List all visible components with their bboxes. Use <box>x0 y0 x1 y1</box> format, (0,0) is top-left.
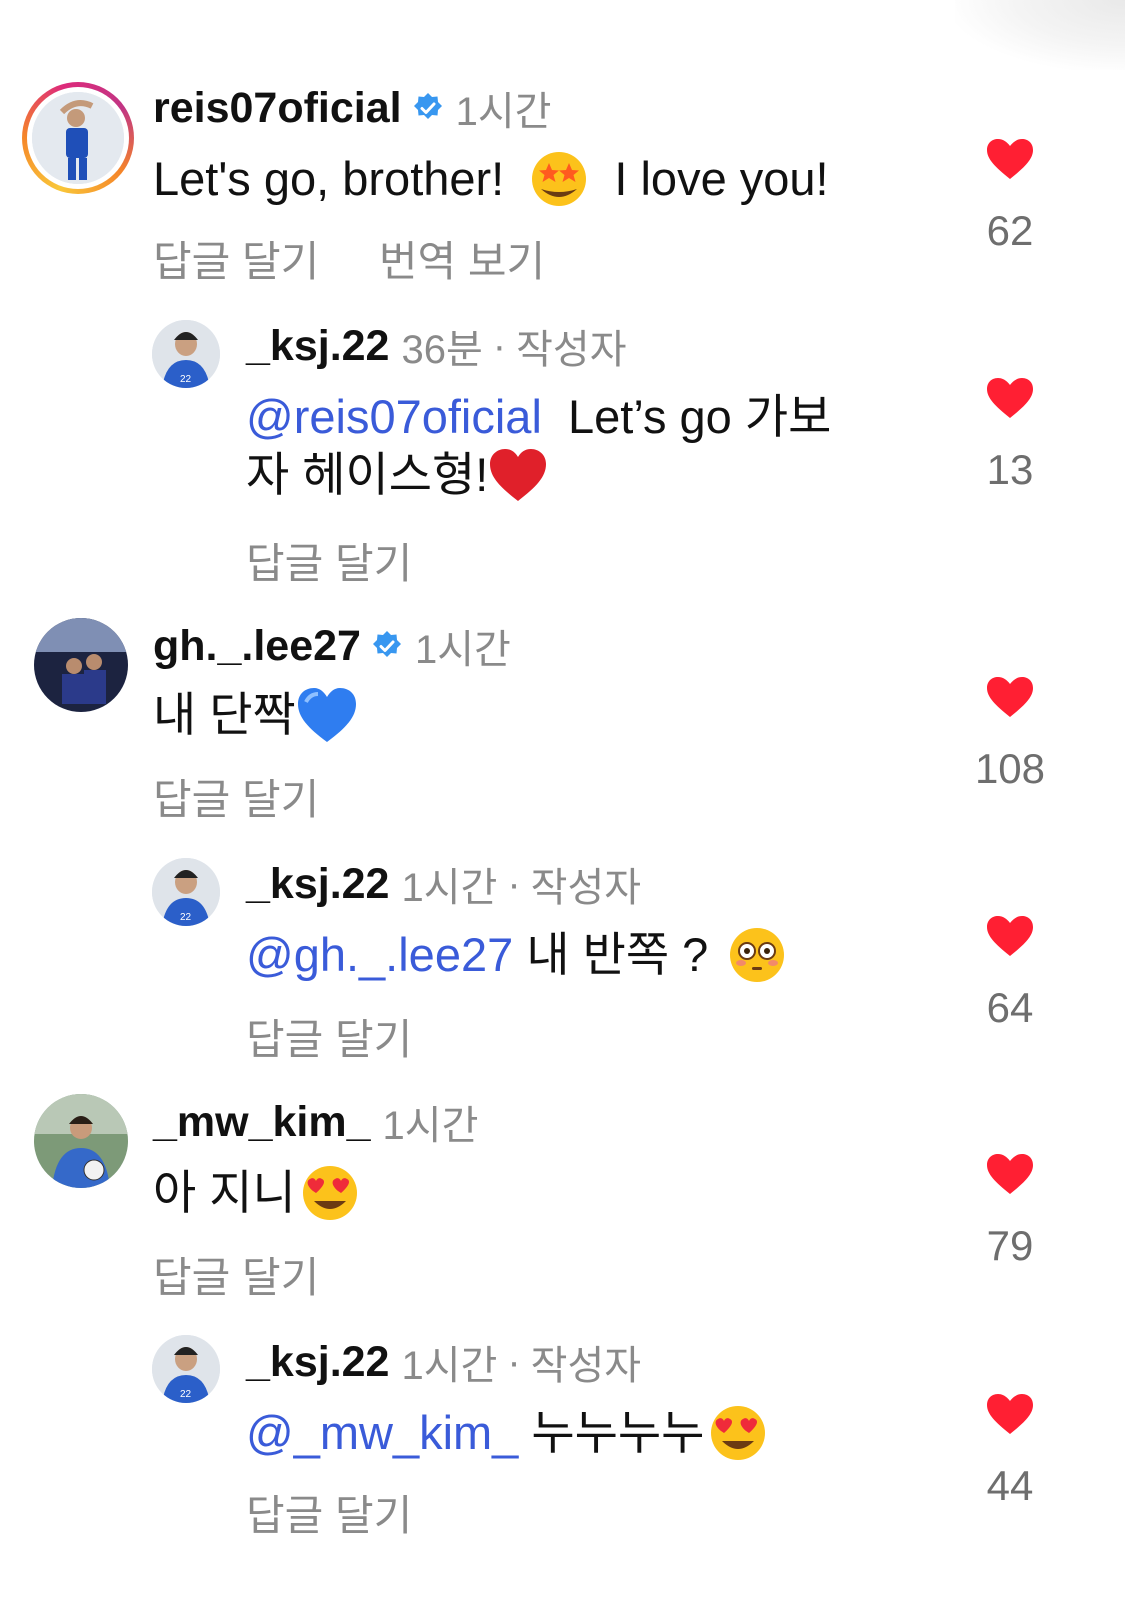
like-count: 62 <box>986 207 1034 254</box>
comment-text: Let's go, brother! I love you! <box>153 150 829 213</box>
timestamp: 36분 <box>401 328 483 372</box>
verified-badge-icon <box>413 93 442 119</box>
like-count: 108 <box>974 745 1046 792</box>
like-count: 64 <box>986 984 1034 1031</box>
comment-text: @reis07oficial Let’s go 가보 <box>246 390 832 443</box>
red-heart-emoji <box>488 447 548 503</box>
timestamp: 1시간 <box>382 1104 479 1148</box>
like-control: 108 <box>950 675 1070 793</box>
like-control: 64 <box>950 914 1070 1032</box>
author-tag: 작성자 <box>516 328 627 372</box>
blue-heart-emoji <box>296 686 358 744</box>
reply-button[interactable]: 답글 달기 <box>153 766 319 827</box>
comment-text: 아 지니 <box>153 1164 360 1227</box>
heart-eyes-emoji <box>300 1163 360 1223</box>
story-ring[interactable] <box>22 82 134 194</box>
separator: · <box>507 861 521 906</box>
like-control: 44 <box>950 1392 1070 1510</box>
top-right-shade <box>955 0 1125 70</box>
heart-icon[interactable] <box>985 1392 1035 1436</box>
avatar[interactable] <box>34 1094 128 1188</box>
username[interactable]: _ksj.22 <box>246 860 389 909</box>
reply-button[interactable]: 답글 달기 <box>153 228 319 289</box>
heart-icon[interactable] <box>985 376 1035 420</box>
separator: · <box>492 323 507 368</box>
author-tag: 작성자 <box>530 1344 642 1388</box>
mention-link[interactable]: @gh._.lee27 <box>246 928 513 981</box>
svg-text:22: 22 <box>180 1389 192 1400</box>
username[interactable]: _ksj.22 <box>246 1338 389 1387</box>
avatar[interactable]: 22 <box>152 858 220 926</box>
like-control: 13 <box>950 376 1070 494</box>
like-count: 79 <box>986 1222 1034 1269</box>
svg-text:22: 22 <box>180 912 192 923</box>
username[interactable]: reis07oficial <box>153 84 402 133</box>
timestamp: 1시간 <box>401 866 498 910</box>
username[interactable]: _ksj.22 <box>246 322 389 371</box>
timestamp: 1시간 <box>414 628 511 672</box>
flushed-face-emoji <box>727 925 787 985</box>
comment-text: 내 단짝 <box>153 686 358 748</box>
translate-button[interactable]: 번역 보기 <box>379 228 545 289</box>
separator: · <box>507 1339 521 1384</box>
verified-badge-icon <box>372 631 401 657</box>
svg-text:22: 22 <box>180 374 192 385</box>
mention-link[interactable]: @_mw_kim_ <box>246 1406 518 1459</box>
reply-button[interactable]: 답글 달기 <box>246 530 412 591</box>
heart-eyes-emoji <box>708 1403 768 1463</box>
comment-text-line-2: 자 헤이스형! <box>246 446 548 507</box>
reply-button[interactable]: 답글 달기 <box>246 1482 412 1543</box>
heart-icon[interactable] <box>985 914 1035 958</box>
reply-button[interactable]: 답글 달기 <box>246 1006 412 1067</box>
heart-icon[interactable] <box>985 675 1035 719</box>
avatar[interactable]: 22 <box>152 1335 220 1403</box>
avatar[interactable] <box>32 92 124 184</box>
star-struck-emoji <box>529 149 589 209</box>
heart-icon[interactable] <box>985 137 1035 181</box>
heart-icon[interactable] <box>985 1152 1035 1196</box>
reply-button[interactable]: 답글 달기 <box>153 1244 319 1305</box>
timestamp: 1시간 <box>401 1344 498 1388</box>
like-count: 13 <box>986 446 1034 493</box>
like-control: 79 <box>950 1152 1070 1270</box>
comment-text: @_mw_kim_ 누누누누 <box>246 1404 768 1467</box>
avatar[interactable] <box>34 618 128 712</box>
timestamp: 1시간 <box>455 90 552 134</box>
like-count: 44 <box>986 1462 1034 1509</box>
like-control: 62 <box>950 137 1070 255</box>
mention-link[interactable]: @reis07oficial <box>246 390 542 443</box>
avatar[interactable]: 22 <box>152 320 220 388</box>
username[interactable]: gh._.lee27 <box>153 622 361 671</box>
username[interactable]: _mw_kim_ <box>153 1098 371 1147</box>
author-tag: 작성자 <box>530 866 642 910</box>
comment-text: @gh._.lee27 내 반쪽 ? <box>246 926 787 989</box>
